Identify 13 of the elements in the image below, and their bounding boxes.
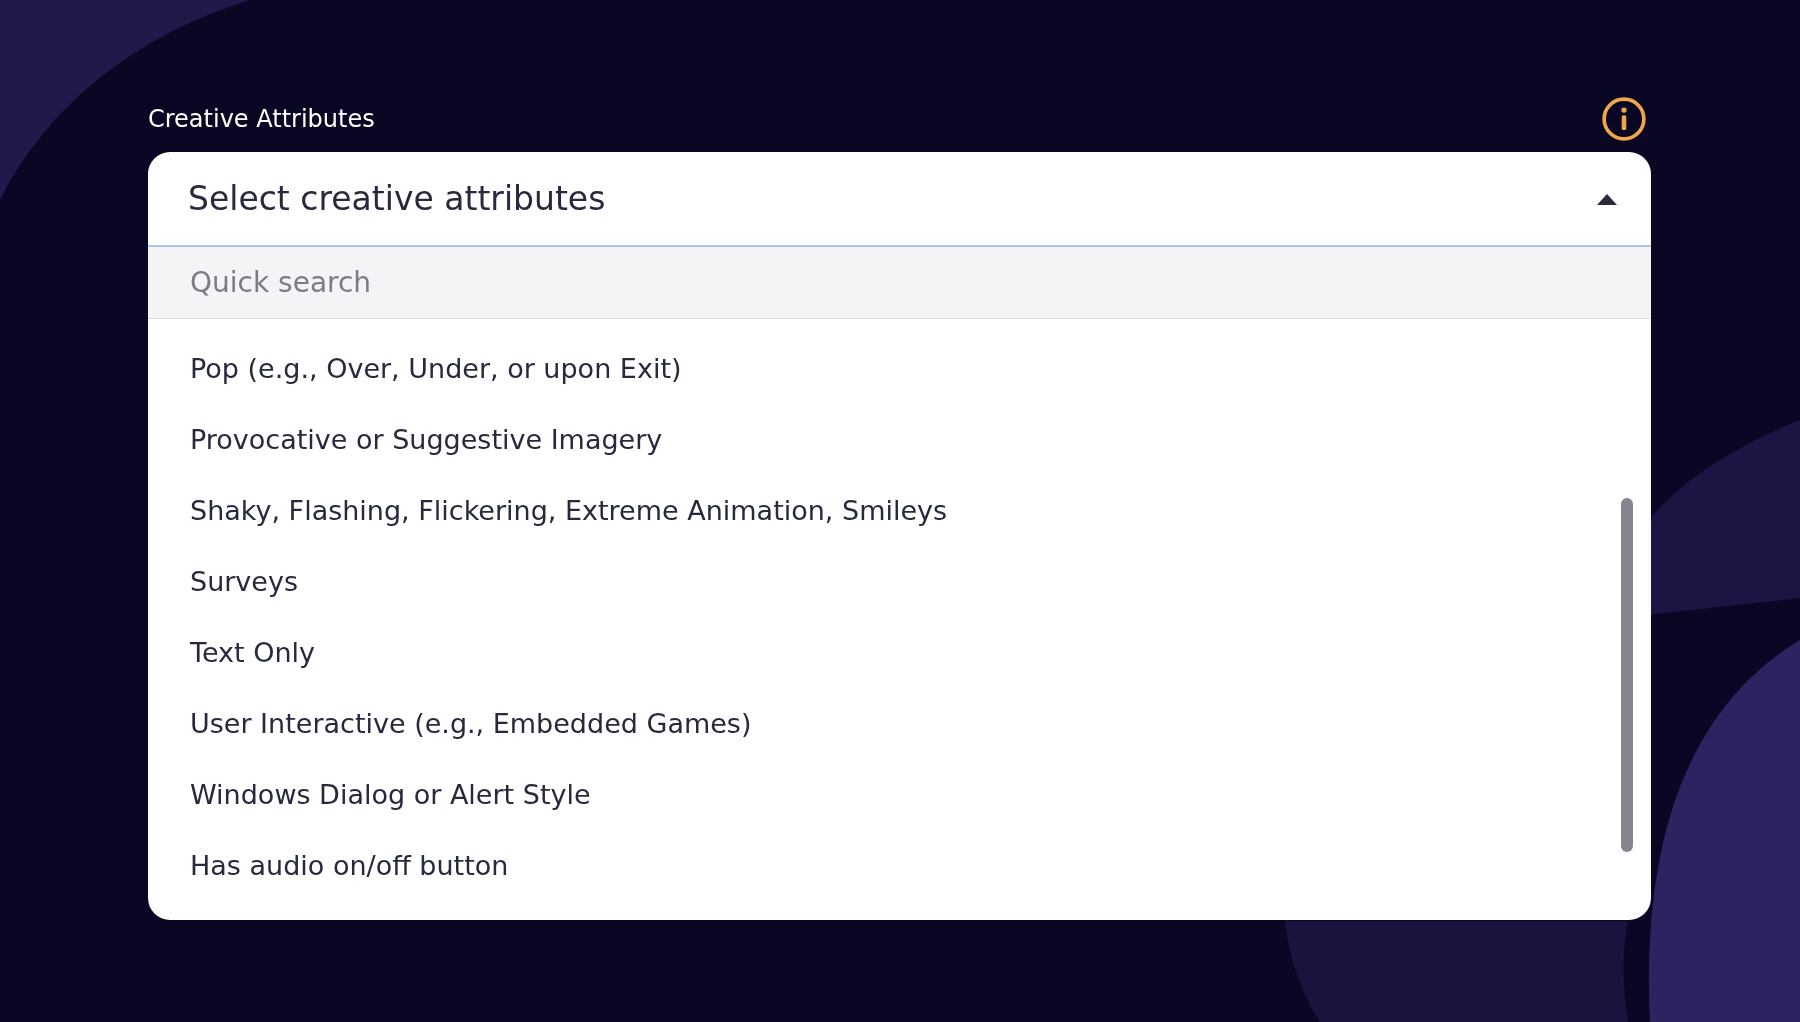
search-field[interactable]: Quick search [148,247,1651,319]
caret-icon [1597,192,1617,205]
info-icon[interactable] [1601,96,1647,142]
option-item[interactable]: Provocative or Suggestive Imagery [148,404,1651,475]
field-label: Creative Attributes [148,105,375,133]
option-item[interactable]: Windows Dialog or Alert Style [148,759,1651,830]
option-item[interactable]: Pop (e.g., Over, Under, or upon Exit) [148,333,1651,404]
option-item[interactable]: Surveys [148,546,1651,617]
scrollbar[interactable] [1621,498,1633,852]
option-item[interactable]: Has audio on/off button [148,830,1651,901]
option-item[interactable]: Shaky, Flashing, Flickering, Extreme Animation, Smileys [148,475,1651,546]
option-item[interactable]: User Interactive (e.g., Embedded Games) [148,688,1651,759]
option-item[interactable]: Text Only [148,617,1651,688]
